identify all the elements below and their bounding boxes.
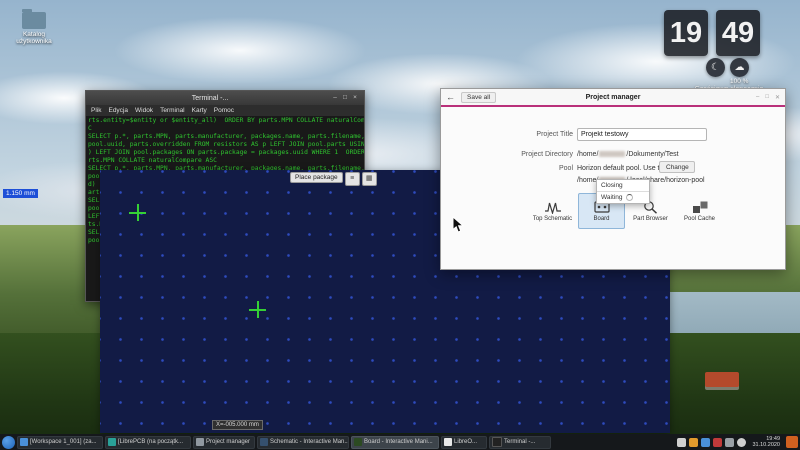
desktop-icon-label: Katalog użytkownika: [16, 31, 52, 45]
cloud-icon: ☁: [730, 58, 749, 77]
moon-icon: ☾: [706, 58, 725, 77]
mouse-cursor: [452, 216, 465, 233]
menu-pomoc[interactable]: Pomoc: [214, 107, 234, 114]
terminal-title: Terminal -...: [191, 94, 229, 102]
window-minimize-icon[interactable]: –: [756, 94, 759, 101]
desktop-wallpaper-building: [705, 372, 739, 387]
tray-icon-2[interactable]: [689, 437, 699, 447]
terminal-menubar: Plik Edycja Widok Terminal Karty Pomoc: [86, 105, 364, 116]
pool-cache-button[interactable]: Pool Cache: [676, 193, 723, 229]
popup-status-text: Waiting: [601, 194, 623, 201]
taskbar-item-libreoffice[interactable]: LibreO...: [441, 435, 487, 449]
tray-icon-1[interactable]: [677, 437, 687, 447]
schematic-icon: [544, 202, 561, 214]
pool-label: Pool: [558, 165, 573, 172]
weather-value: 100 %: [730, 78, 749, 85]
window-close-icon[interactable]: ✕: [775, 94, 780, 101]
taskbar-item-workspace[interactable]: [Workspace 1_001] (za...: [17, 435, 103, 449]
clock-minute: 49: [716, 10, 760, 56]
menu-karty[interactable]: Karty: [192, 107, 207, 114]
tray-icon-5[interactable]: [725, 437, 735, 447]
closing-popup: Closing Waiting: [596, 179, 650, 204]
packages-icon: [692, 201, 707, 213]
project-title-input[interactable]: [577, 128, 707, 141]
taskbar-clock-date: 31.10.2020: [752, 442, 780, 448]
menu-icon[interactable]: ≡: [344, 172, 360, 186]
place-package-toolbar: Place package ≡ ▦: [290, 172, 377, 186]
taskbar-item-project-manager[interactable]: Project manager: [193, 435, 255, 449]
ruler-measurement-tooltip: 1.150 mm: [3, 189, 38, 198]
tray-icon-6[interactable]: [737, 437, 747, 447]
board-origin-crosshair: [129, 204, 146, 221]
grid-icon[interactable]: ▦: [361, 172, 377, 186]
taskbar-item-schematic[interactable]: Schematic - Interactive Man...: [257, 435, 349, 449]
system-tray: 19:49 31.10.2020: [677, 436, 798, 448]
terminal-minimize-button[interactable]: –: [330, 92, 340, 104]
window-icon: [196, 438, 204, 446]
menu-edycja[interactable]: Edycja: [108, 107, 128, 114]
desktop: Katalog użytkownika 19 49 ☾ ☁ 100 % Częś…: [0, 0, 800, 450]
window-icon: [444, 438, 452, 446]
top-schematic-button[interactable]: Top Schematic: [529, 193, 576, 229]
weather-icons: ☾ ☁: [706, 58, 749, 77]
taskbar-item-board[interactable]: Board - Interactive Mani...: [351, 435, 439, 449]
taskbar-item-librepcb[interactable]: [LibrePCB (na początk...: [105, 435, 191, 449]
terminal-titlebar[interactable]: Terminal -... – □ ×: [86, 91, 364, 105]
window-icon: [492, 437, 502, 447]
redacted-username: [599, 151, 626, 158]
project-manager-header: ← Save all Project manager – □ ✕: [441, 89, 785, 107]
popup-status-row: Waiting: [597, 192, 649, 203]
menu-widok[interactable]: Widok: [135, 107, 153, 114]
window-icon: [108, 438, 116, 446]
change-pool-button[interactable]: Change: [659, 161, 695, 173]
clock-hour: 19: [664, 10, 708, 56]
project-title-label: Project Title: [536, 131, 573, 138]
terminal-close-button[interactable]: ×: [350, 92, 360, 104]
menu-plik[interactable]: Plik: [91, 107, 101, 114]
window-maximize-icon[interactable]: □: [765, 94, 769, 101]
desktop-icon-home-folder[interactable]: Katalog użytkownika: [6, 9, 62, 45]
window-icon: [20, 438, 28, 446]
place-package-button[interactable]: Place package: [290, 172, 343, 183]
tray-icon-4[interactable]: [713, 437, 723, 447]
cursor-coordinate-tooltip: X=-005.000 mm: [212, 420, 263, 430]
board-cursor-crosshair: [249, 301, 266, 318]
app-menu-icon[interactable]: [2, 435, 15, 449]
tray-icon-3[interactable]: [701, 437, 711, 447]
spinner-icon: [626, 194, 634, 201]
folder-icon: [22, 9, 46, 29]
clock-tiles: 19 49: [664, 10, 794, 56]
project-directory-label: Project Directory: [521, 151, 573, 158]
taskbar: [Workspace 1_001] (za... [LibrePCB (na p…: [0, 434, 800, 450]
save-all-button[interactable]: Save all: [461, 91, 497, 103]
menu-terminal[interactable]: Terminal: [160, 107, 185, 114]
clock-widget: 19 49 ☾ ☁ 100 % Częściowo słonecznie: [664, 10, 794, 93]
tray-icon-7[interactable]: [786, 436, 798, 448]
taskbar-item-terminal[interactable]: Terminal -...: [489, 435, 551, 449]
project-manager-window: ← Save all Project manager – □ ✕ Project…: [440, 88, 786, 270]
window-icon: [354, 438, 362, 446]
taskbar-clock[interactable]: 19:49 31.10.2020: [749, 436, 783, 448]
window-icon: [260, 438, 268, 446]
project-directory-value: /home//Dokumenty/Test: [577, 151, 679, 158]
popup-title: Closing: [601, 182, 623, 189]
terminal-maximize-button[interactable]: □: [340, 92, 350, 104]
project-manager-body: Project Title Project Directory /home//D…: [441, 107, 785, 269]
